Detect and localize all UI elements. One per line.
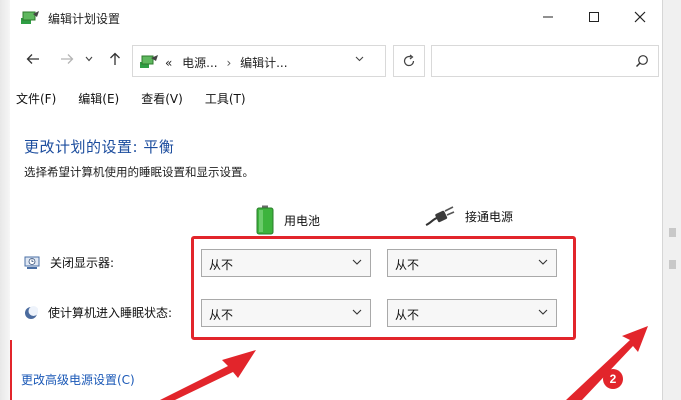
background-window-strip	[662, 0, 681, 400]
annotation-arrow-left	[160, 350, 256, 400]
background-mark	[669, 260, 676, 269]
annotation-badge: 2	[603, 369, 623, 389]
background-mark	[669, 228, 676, 237]
edit-plan-settings-window: 编辑计划设置 « 电源... › 编辑计... 文件(F) 编辑(E) 查看(V…	[0, 0, 668, 400]
annotation-arrow-right	[566, 326, 648, 400]
annotation-arrows	[160, 326, 648, 400]
